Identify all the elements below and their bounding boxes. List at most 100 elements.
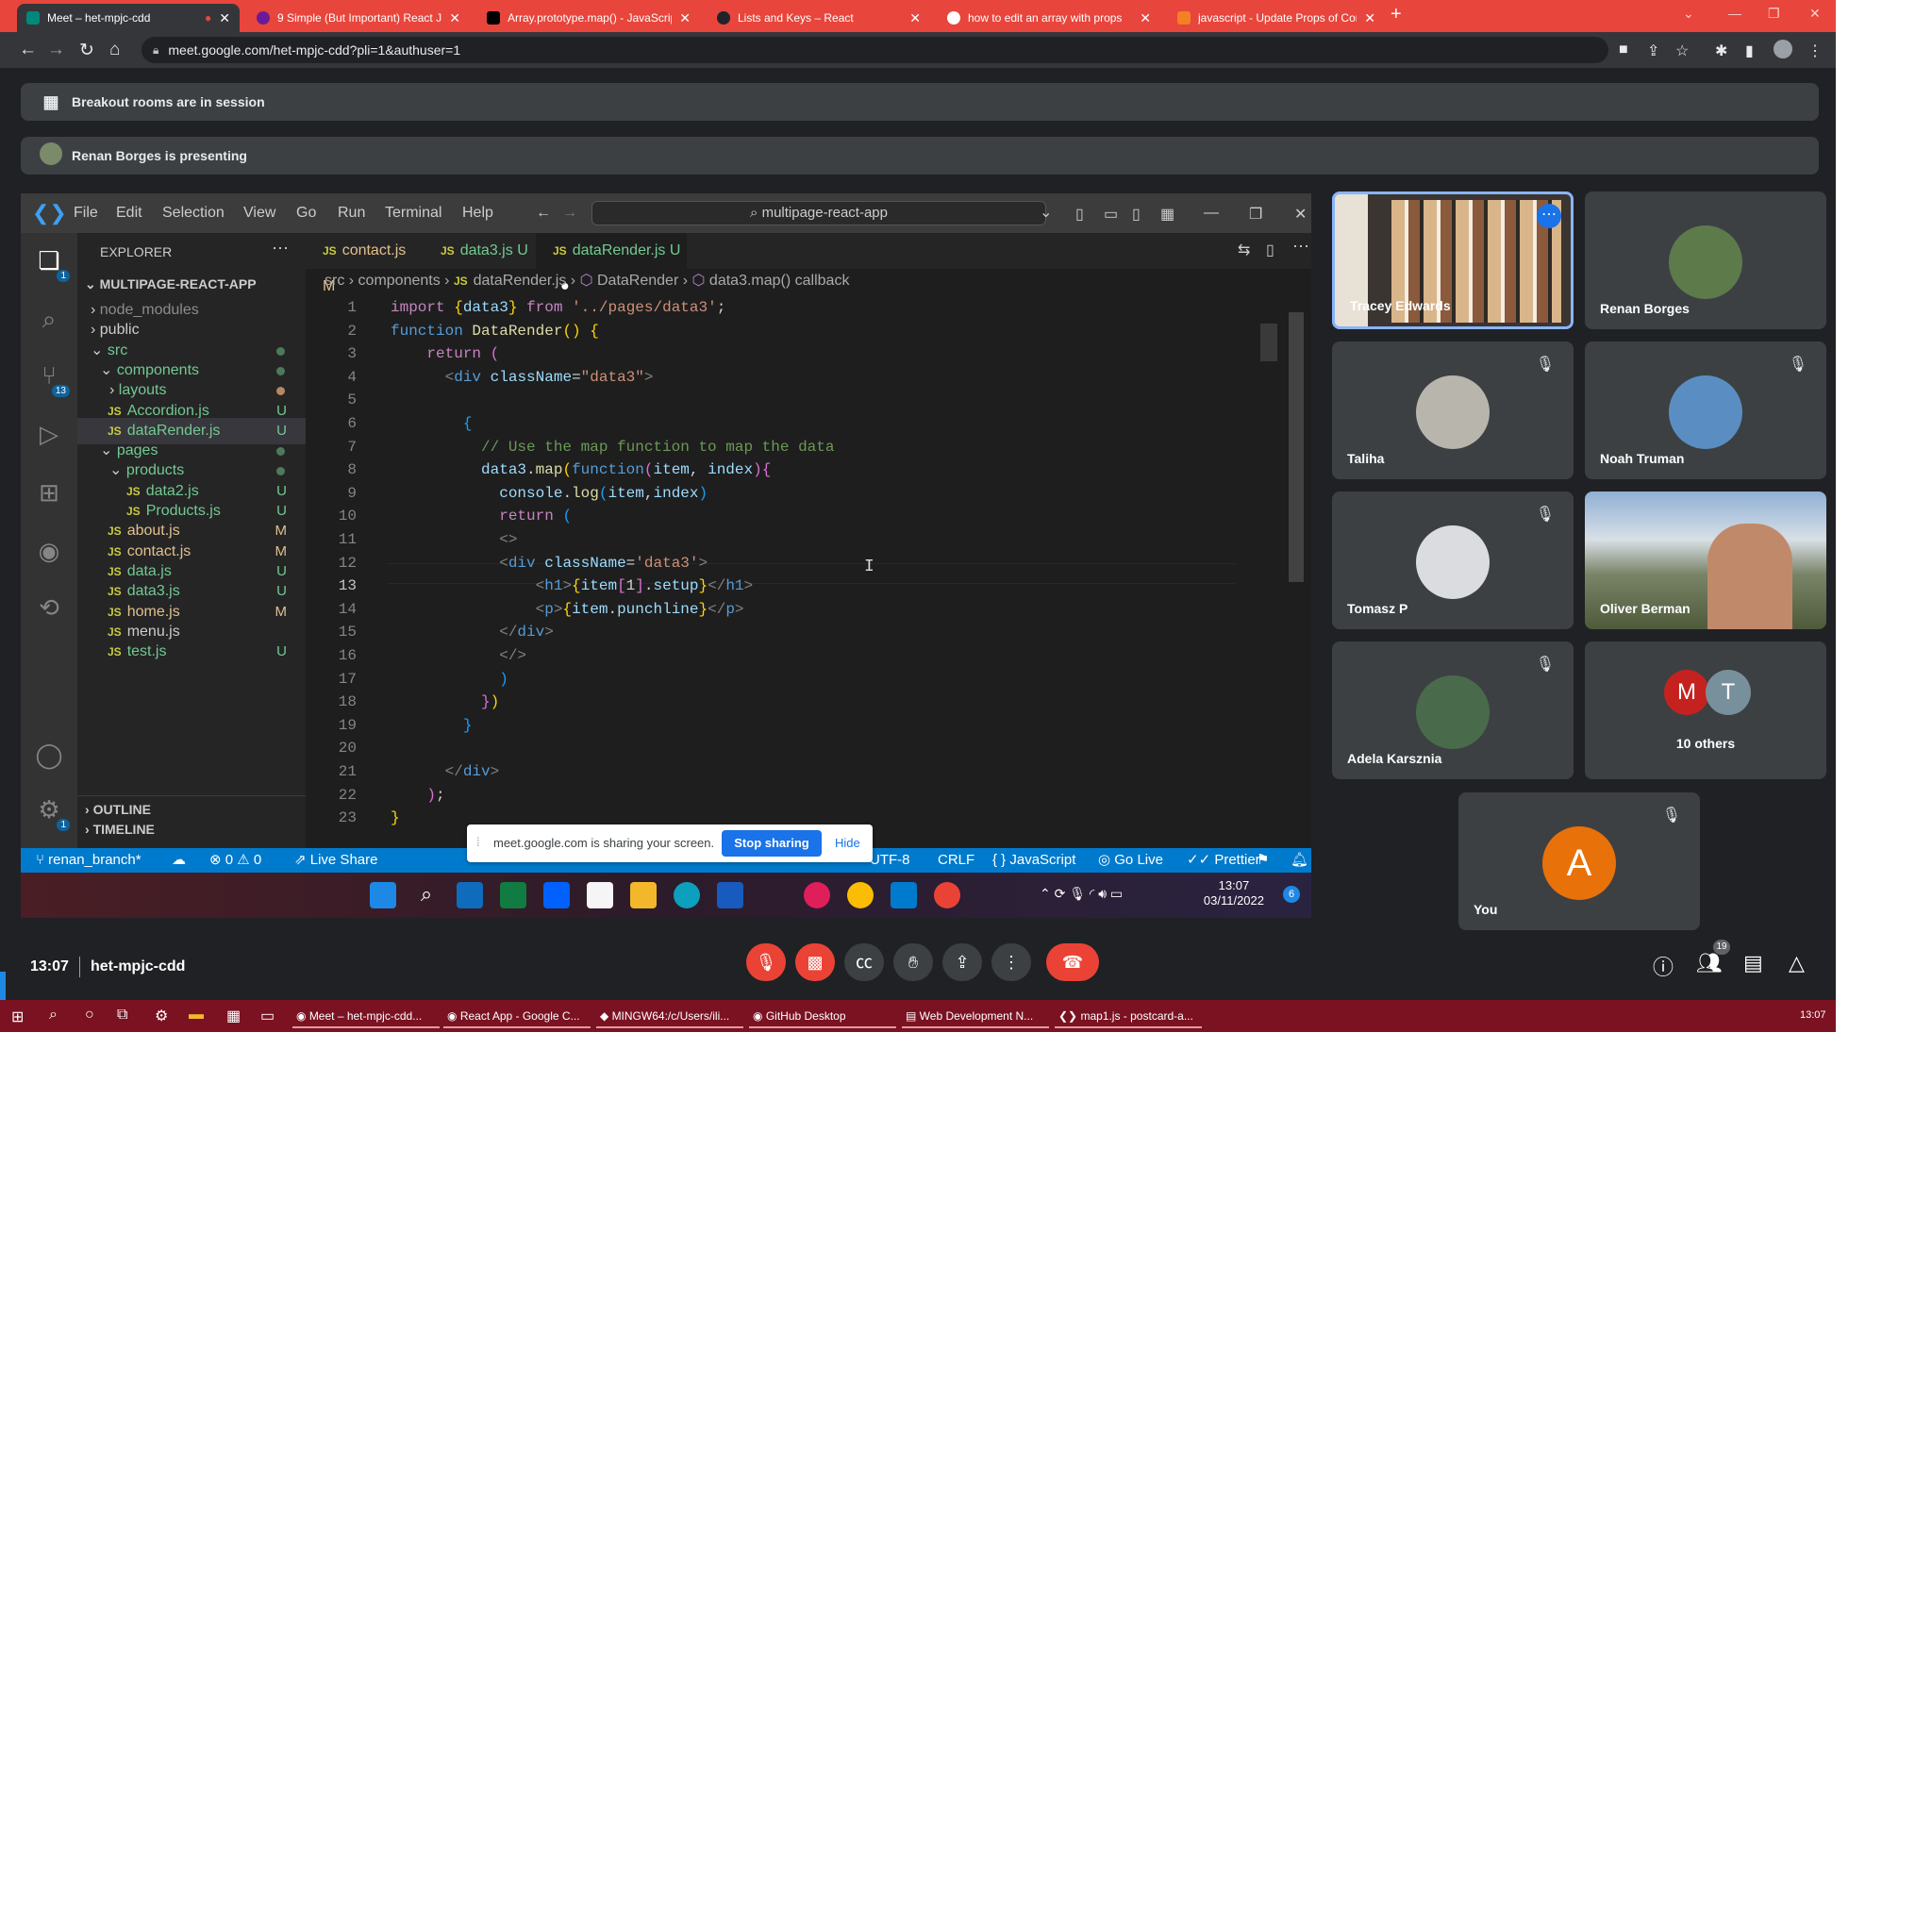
side-panel-icon[interactable]: ▮ — [1745, 42, 1754, 60]
accounts-icon[interactable]: ◯ — [32, 741, 66, 774]
chrome-icon[interactable] — [847, 882, 874, 908]
search-icon[interactable]: ⌕ — [32, 305, 66, 339]
timeline-section[interactable]: › TIMELINE — [77, 816, 306, 842]
more-actions-icon[interactable]: ⋯ — [272, 239, 289, 258]
compare-changes-icon[interactable]: ⇆ — [1238, 241, 1250, 259]
code-line[interactable]: console.log(item,index) — [391, 485, 708, 502]
restore-icon[interactable]: ❐ — [1768, 6, 1780, 22]
live-share-status[interactable]: ⇗ Live Share — [294, 848, 377, 873]
participant-tile[interactable]: Oliver Berman — [1585, 491, 1826, 629]
camera-in-use-icon[interactable]: ■ — [1619, 42, 1628, 58]
code-line[interactable]: </div> — [391, 763, 500, 780]
chrome-menu-icon[interactable]: ⋮ — [1807, 42, 1823, 60]
taskbar-window[interactable]: ▤ Web Development N... — [902, 1004, 1049, 1028]
menu-file[interactable]: File — [74, 205, 98, 222]
command-center[interactable]: ⌕ multipage-react-app — [591, 201, 1046, 225]
forward-arrow-icon[interactable]: → — [47, 40, 65, 60]
participant-tile[interactable]: 🎙︎ Tomasz P — [1332, 491, 1574, 629]
code-line[interactable]: <div className="data3"> — [391, 369, 654, 386]
code-line[interactable]: <> — [391, 531, 517, 548]
toggle-sidebar-icon[interactable]: ▯ — [1075, 205, 1084, 224]
edge-icon[interactable] — [674, 882, 700, 908]
code-line[interactable]: // Use the map function to map the data — [391, 439, 834, 456]
menu-terminal[interactable]: Terminal — [385, 205, 441, 222]
nav-forward-icon[interactable]: → — [562, 205, 577, 222]
code-line[interactable]: } — [391, 809, 400, 826]
taskbar-window[interactable]: ◉ React App - Google C... — [443, 1004, 591, 1028]
go-live-status[interactable]: ◎ Go Live — [1098, 848, 1163, 873]
share-icon[interactable]: ⇪ — [1647, 42, 1659, 60]
editor-more-icon[interactable]: ⋯ — [1292, 237, 1309, 257]
vscode-close-icon[interactable]: ✕ — [1294, 205, 1307, 224]
close-tab-icon[interactable]: ✕ — [219, 10, 230, 26]
code-line[interactable]: </> — [391, 647, 526, 664]
minimize-icon[interactable]: — — [1728, 6, 1741, 21]
code-line[interactable]: function DataRender() { — [391, 323, 599, 340]
github-icon[interactable]: ◉ — [32, 537, 66, 571]
menu-help[interactable]: Help — [462, 205, 493, 222]
source-control-icon[interactable]: ⑂ 13 — [32, 361, 70, 397]
prettier-status[interactable]: ✓✓ Prettier — [1187, 848, 1260, 873]
present-button[interactable]: ⇪ — [942, 943, 982, 981]
raise-hand-button[interactable]: ✋︎ — [893, 943, 933, 981]
task-view-icon[interactable]: ⧉ — [117, 1007, 127, 1024]
code-line[interactable]: { — [391, 415, 473, 432]
code-line[interactable]: <h1>{item[1].setup}</h1> — [391, 577, 754, 594]
feedback-icon[interactable]: ⚑ — [1257, 848, 1269, 873]
meeting-info-icon[interactable]: ⓘ — [1653, 951, 1674, 981]
taskbar-window[interactable]: ◉ GitHub Desktop — [749, 1004, 896, 1028]
notifications-bell-icon[interactable]: 🔔︎ — [1291, 848, 1308, 873]
extensions-icon[interactable]: ✱ — [1715, 42, 1727, 60]
menu-edit[interactable]: Edit — [116, 205, 142, 222]
participant-tile[interactable]: Renan Borges — [1585, 192, 1826, 329]
code-line[interactable]: }) — [391, 693, 499, 710]
mail-icon[interactable] — [457, 882, 483, 908]
participant-tile[interactable]: ⋯ Tracey Edwards — [1332, 192, 1574, 329]
new-tab-icon[interactable]: + — [1391, 4, 1402, 25]
split-editor-icon[interactable]: ▯ — [1266, 241, 1274, 259]
slack-icon[interactable] — [804, 882, 830, 908]
code-line[interactable]: ); — [391, 787, 444, 804]
participant-tile[interactable]: 🎙︎ Adela Karsznia — [1332, 641, 1574, 779]
leave-call-button[interactable]: ☎ — [1046, 943, 1099, 981]
toggle-secondary-sidebar-icon[interactable]: ▯ — [1132, 205, 1141, 224]
self-tile[interactable]: A 🎙︎ You — [1458, 792, 1700, 930]
vscode-taskbar-icon[interactable] — [891, 882, 917, 908]
hide-button[interactable]: Hide — [835, 836, 860, 850]
app-icon[interactable]: ▭ — [260, 1007, 275, 1025]
menu-run[interactable]: Run — [338, 205, 365, 222]
file-explorer-icon[interactable] — [630, 882, 657, 908]
vscode-minimize-icon[interactable]: — — [1204, 205, 1219, 222]
problems-status[interactable]: ⊗ 0 ⚠ 0 — [209, 848, 261, 873]
notification-count-badge[interactable]: 6 — [1283, 886, 1300, 903]
language-status[interactable]: { } JavaScript — [992, 848, 1075, 873]
taskbar-window[interactable]: ◉ Meet – het-mpjc-cdd... — [292, 1004, 440, 1028]
more-options-icon[interactable]: ⋯ — [1537, 204, 1561, 228]
taskbar-search-icon[interactable]: ⌕ — [413, 882, 440, 908]
nav-back-icon[interactable]: ← — [536, 205, 551, 222]
others-tile[interactable]: M T 10 others — [1585, 641, 1826, 779]
browser-tab-google-search[interactable]: how to edit an array with props ✕ — [938, 4, 1160, 32]
breadcrumb-item[interactable]: src — [325, 273, 344, 289]
close-tab-icon[interactable]: ✕ — [1364, 10, 1375, 26]
store-icon[interactable] — [587, 882, 613, 908]
code-line[interactable]: <div className='data3'> — [391, 555, 708, 572]
tray-icons[interactable]: ⌃ ⟳ 🎙︎ ◜ 🔊︎ ▭ — [1040, 886, 1123, 902]
close-tab-icon[interactable]: ✕ — [679, 10, 691, 26]
home-icon[interactable]: ⌂ — [109, 40, 120, 60]
profile-avatar[interactable] — [1774, 40, 1792, 58]
calculator-icon[interactable]: ▦ — [226, 1007, 241, 1025]
participant-tile[interactable]: 🎙︎ Noah Truman — [1585, 341, 1826, 479]
reload-icon[interactable]: ↻ — [79, 40, 94, 61]
dropbox-icon[interactable] — [543, 882, 570, 908]
start-icon[interactable]: ⊞ — [11, 1008, 24, 1026]
customize-layout-icon[interactable]: ▦ — [1160, 205, 1174, 224]
file-explorer-icon[interactable]: ▬ — [189, 1007, 204, 1024]
breadcrumb-item[interactable]: components — [358, 273, 441, 289]
close-tab-icon[interactable]: ✕ — [909, 10, 921, 26]
code-line[interactable]: data3.map(function(item, index){ — [391, 461, 771, 478]
taskbar-window[interactable]: ❮❯ map1.js - postcard-a... — [1055, 1004, 1202, 1028]
browser-tab-stackoverflow[interactable]: javascript - Update Props of Com ✕ — [1168, 4, 1385, 32]
extensions-icon[interactable]: ⊞ — [32, 478, 66, 512]
tree-file[interactable]: JS test.js U — [77, 639, 306, 665]
